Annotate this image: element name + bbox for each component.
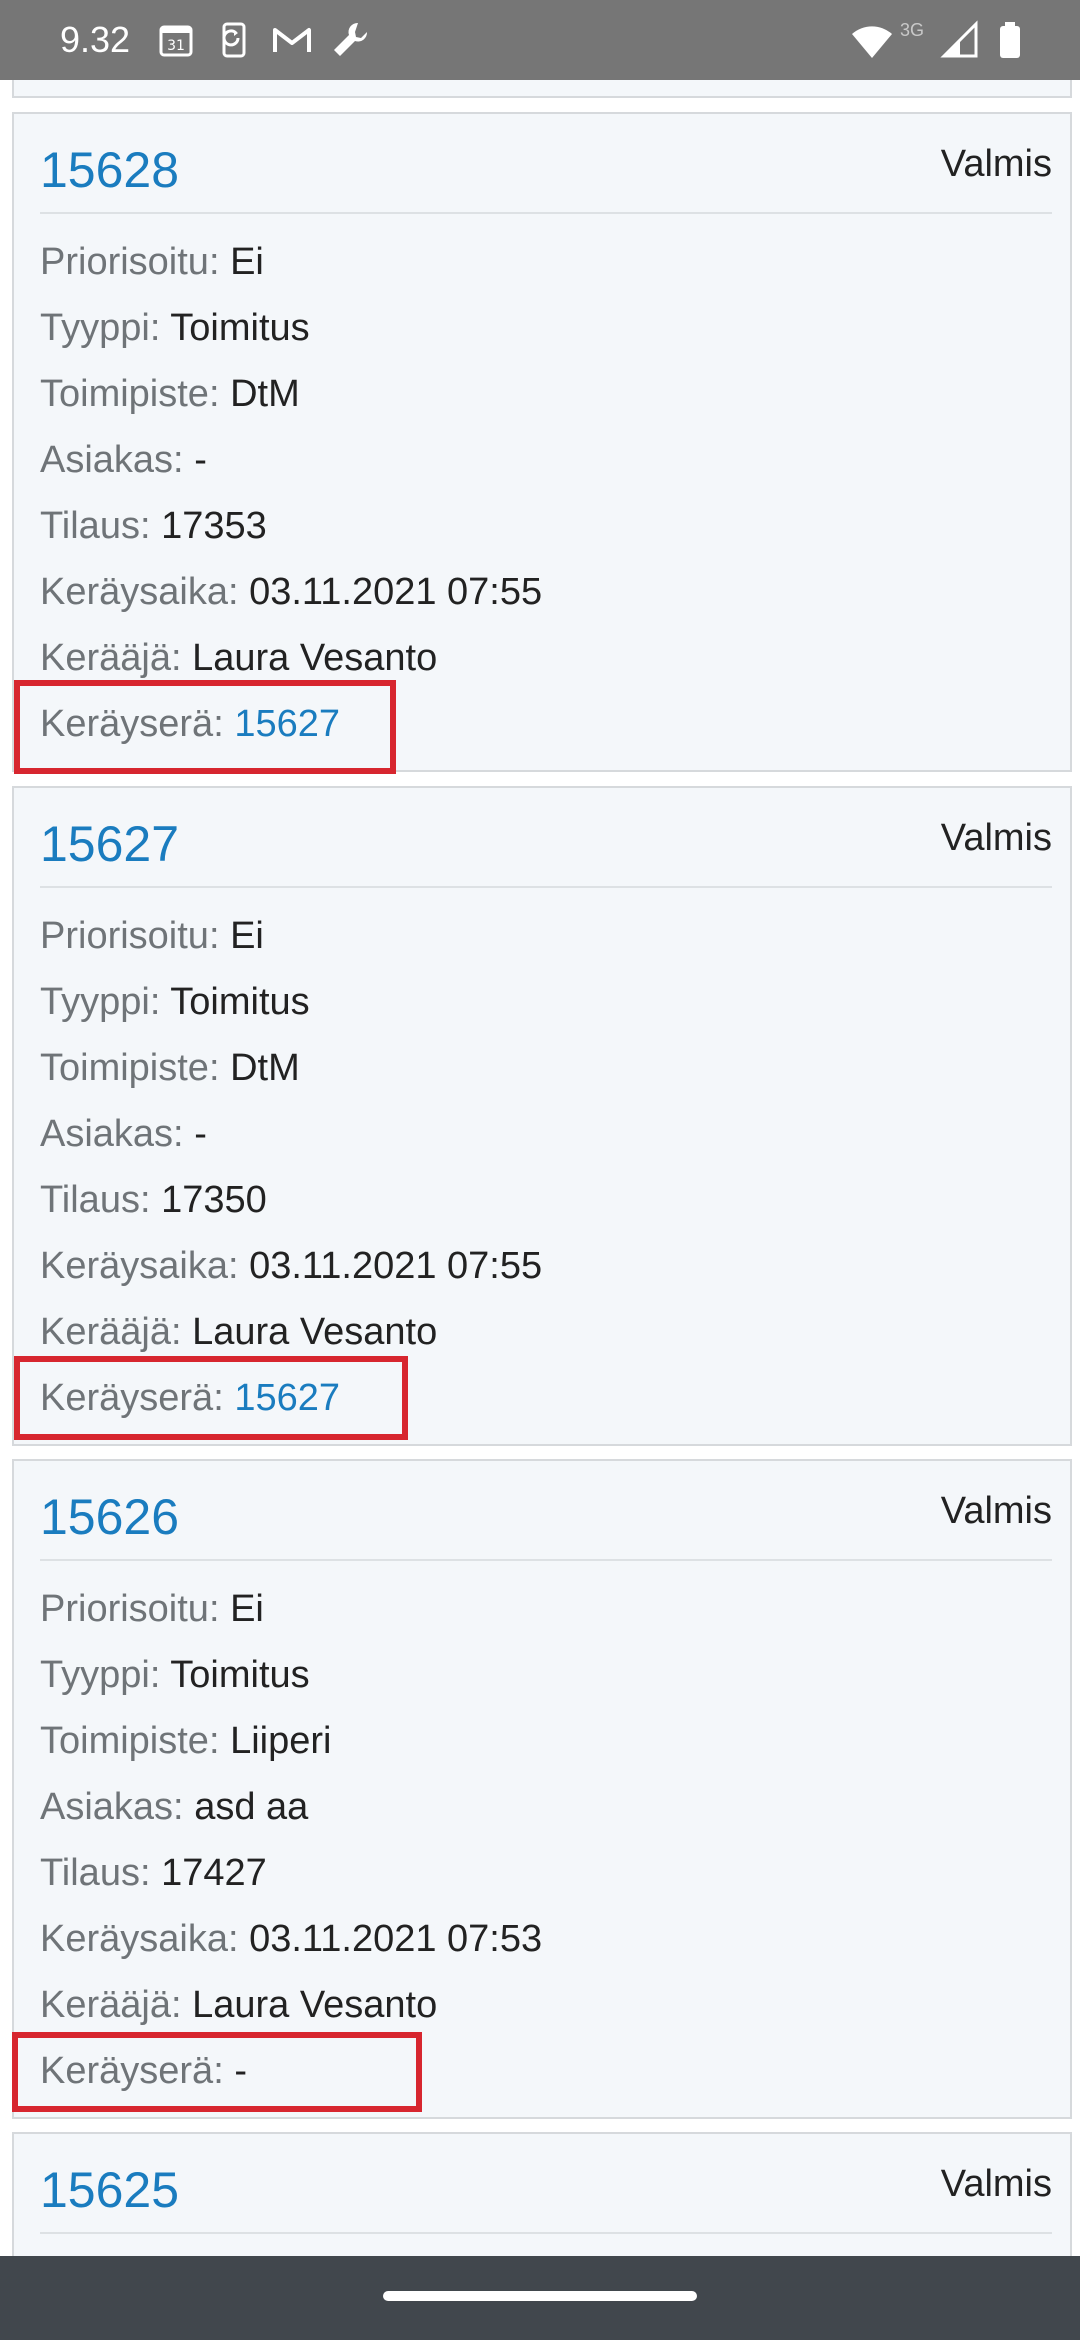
navigation-bar [0, 2256, 1080, 2340]
calendar-day: 31 [167, 38, 185, 54]
home-gesture-handle[interactable] [383, 2291, 697, 2301]
pick-card[interactable]: 15627 Valmis Priorisoitu: Ei Tyyppi: Toi… [12, 786, 1072, 1446]
pick-id-link[interactable]: 15628 [40, 142, 179, 198]
pick-time-row: Keräysaika: 03.11.2021 07:55 [40, 1245, 543, 1287]
pick-card[interactable]: 15628 Valmis Priorisoitu: Ei Tyyppi: Toi… [12, 112, 1072, 774]
calendar-icon: 31 [154, 18, 198, 62]
wifi-icon [850, 18, 894, 62]
type-row: Tyyppi: Toimitus [40, 307, 310, 349]
pick-card[interactable]: 15625 Valmis [12, 2132, 1072, 2256]
prioritized-row: Priorisoitu: Ei [40, 241, 264, 283]
clock: 9.32 [60, 19, 131, 60]
office-row: Toimipiste: Liiperi [40, 1720, 332, 1762]
status-label: Valmis [940, 143, 1052, 185]
battery-icon [988, 18, 1032, 62]
office-row: Toimipiste: DtM [40, 373, 300, 415]
highlight-box [14, 1356, 408, 1440]
customer-row: Asiakas: asd aa [40, 1786, 309, 1828]
list-item-partial-top[interactable] [12, 80, 1072, 98]
status-label: Valmis [940, 2163, 1052, 2205]
status-label: Valmis [940, 1490, 1052, 1532]
pick-time-row: Keräysaika: 03.11.2021 07:53 [40, 1918, 543, 1960]
picker-row: Kerääjä: Laura Vesanto [40, 637, 438, 679]
prioritized-row: Priorisoitu: Ei [40, 1588, 264, 1630]
wrench-icon [328, 18, 372, 62]
highlight-box [12, 2032, 422, 2112]
order-row: Tilaus: 17353 [40, 505, 267, 547]
order-row: Tilaus: 17350 [40, 1179, 267, 1221]
network-type: 3G [900, 20, 925, 40]
pick-time-row: Keräysaika: 03.11.2021 07:55 [40, 571, 543, 613]
card-header: 15625 Valmis [40, 2134, 1052, 2234]
gmail-icon [270, 18, 314, 62]
card-header: 15627 Valmis [40, 788, 1052, 888]
status-bar: 9.32 31 3G [0, 0, 1080, 80]
card-header: 15626 Valmis [40, 1461, 1052, 1561]
pick-id-link[interactable]: 15627 [40, 816, 179, 872]
picker-row: Kerääjä: Laura Vesanto [40, 1311, 438, 1353]
customer-row: Asiakas: - [40, 439, 207, 481]
sync-icon [214, 18, 258, 62]
prioritized-row: Priorisoitu: Ei [40, 915, 264, 957]
picker-row: Kerääjä: Laura Vesanto [40, 1984, 438, 2026]
signal-icon [938, 18, 982, 62]
type-row: Tyyppi: Toimitus [40, 981, 310, 1023]
pick-id-link[interactable]: 15626 [40, 1489, 179, 1545]
office-row: Toimipiste: DtM [40, 1047, 300, 1089]
status-label: Valmis [940, 817, 1052, 859]
highlight-box [14, 680, 396, 774]
card-header: 15628 Valmis [40, 114, 1052, 214]
customer-row: Asiakas: - [40, 1113, 207, 1155]
pick-id-link[interactable]: 15625 [40, 2162, 179, 2218]
order-row: Tilaus: 17427 [40, 1852, 267, 1894]
type-row: Tyyppi: Toimitus [40, 1654, 310, 1696]
pick-list[interactable]: 15628 Valmis Priorisoitu: Ei Tyyppi: Toi… [0, 80, 1080, 2256]
pick-card[interactable]: 15626 Valmis Priorisoitu: Ei Tyyppi: Toi… [12, 1459, 1072, 2119]
